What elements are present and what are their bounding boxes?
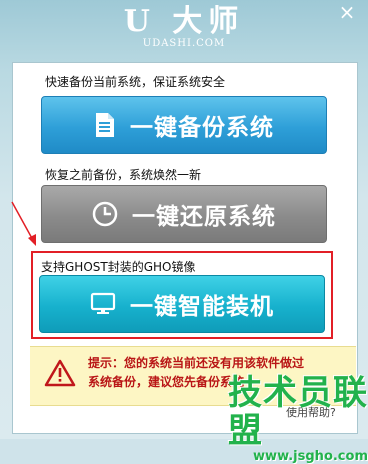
highlight-frame bbox=[31, 251, 333, 339]
close-icon: × bbox=[338, 0, 356, 24]
backup-button-label: 一键备份系统 bbox=[130, 115, 274, 141]
backup-system-button[interactable]: 一键备份系统 bbox=[41, 96, 327, 154]
backup-notice: 提示：您的系统当前还没有用该软件做过 系统备份，建议您先备份系统 bbox=[30, 346, 356, 406]
restore-description: 恢复之前备份，系统焕然一新 bbox=[45, 168, 202, 182]
restore-button-label: 一键还原系统 bbox=[132, 204, 276, 230]
app-window: U 大师 UDASHI.COM × 快速备份当前系统，保证系统安全 一键备份系统… bbox=[0, 0, 368, 464]
backup-description: 快速备份当前系统，保证系统安全 bbox=[45, 75, 226, 89]
clock-icon bbox=[92, 201, 118, 227]
annotation-arrow-icon bbox=[6, 200, 42, 254]
notice-text: 提示：您的系统当前还没有用该软件做过 系统备份，建议您先备份系统 bbox=[88, 354, 350, 392]
restore-system-button[interactable]: 一键还原系统 bbox=[41, 185, 327, 243]
help-link[interactable]: 使用帮助? bbox=[286, 404, 336, 420]
logo-title: U 大师 bbox=[123, 4, 245, 39]
watermark-url: www.jsgho.com bbox=[253, 449, 368, 464]
document-icon bbox=[94, 112, 116, 138]
logo-subtitle: UDASHI.COM bbox=[142, 38, 226, 49]
close-button[interactable]: × bbox=[336, 2, 358, 22]
warning-icon bbox=[44, 359, 76, 391]
notice-line-2: 系统备份，建议您先备份系统 bbox=[88, 375, 245, 389]
app-logo: U 大师 UDASHI.COM bbox=[0, 4, 368, 50]
notice-line-1: 提示：您的系统当前还没有用该软件做过 bbox=[88, 356, 305, 370]
